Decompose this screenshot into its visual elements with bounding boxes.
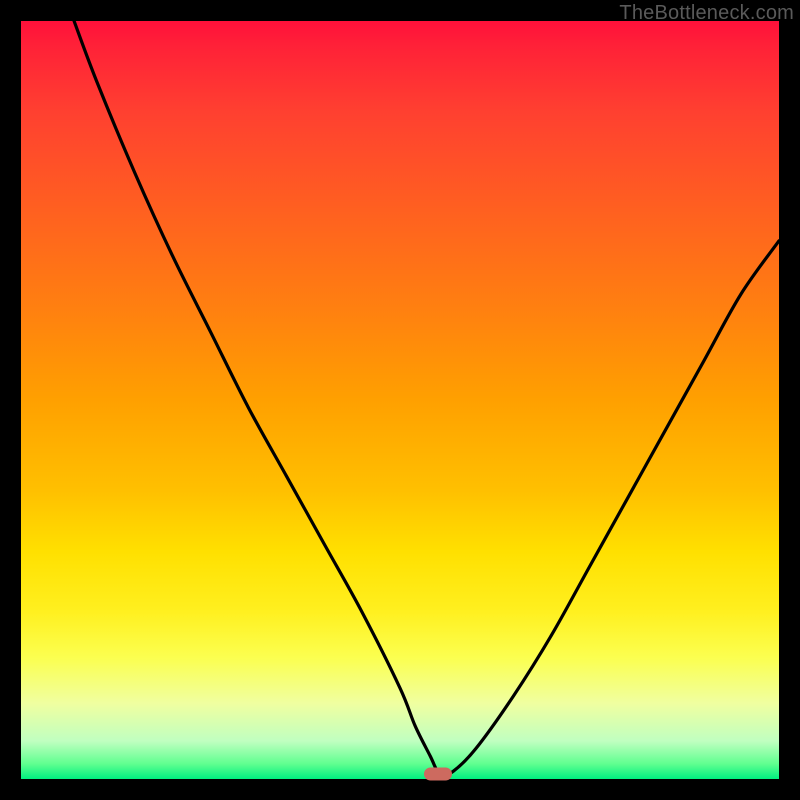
- watermark-text: TheBottleneck.com: [619, 2, 794, 25]
- plot-area: [21, 21, 779, 779]
- optimal-marker: [424, 767, 452, 780]
- chart-frame: TheBottleneck.com: [0, 0, 800, 800]
- bottleneck-curve: [21, 21, 779, 779]
